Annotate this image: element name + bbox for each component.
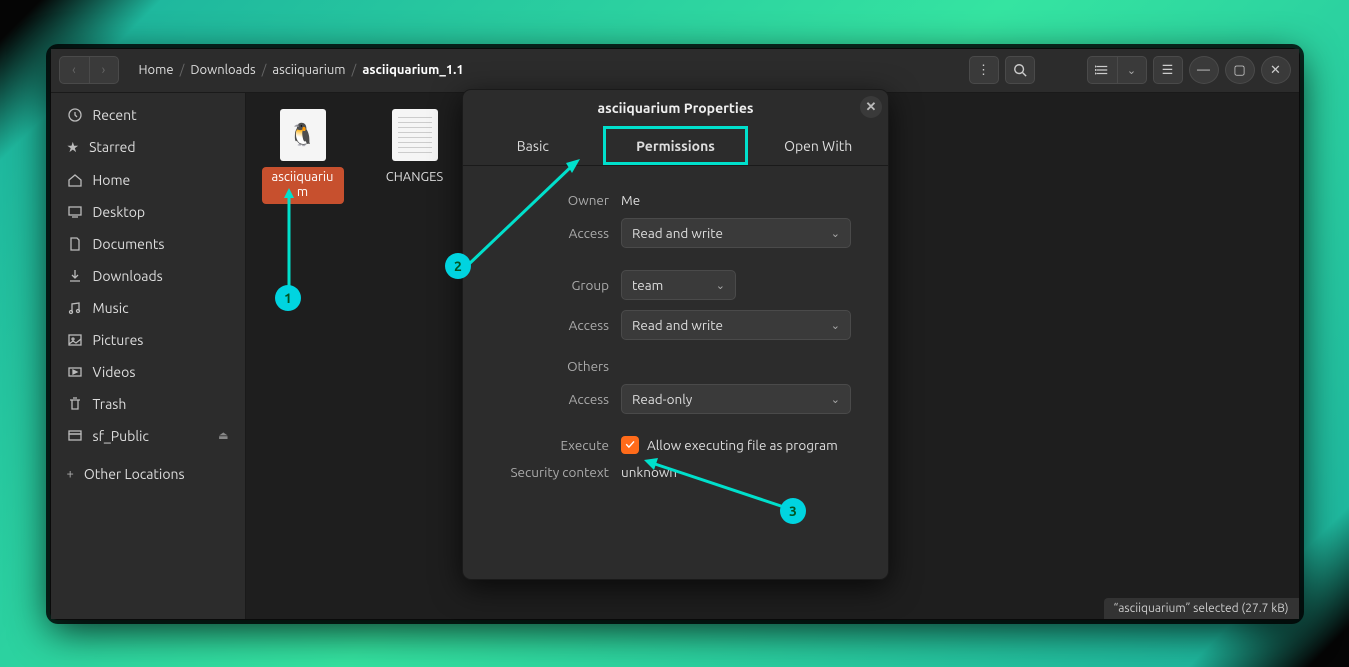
file-item[interactable]: CHANGES (374, 109, 456, 189)
dialog-title-bar: asciiquarium Properties ✕ (463, 90, 888, 126)
minimize-button[interactable]: — (1189, 56, 1219, 84)
sidebar-item-starred[interactable]: ★Starred (51, 131, 245, 164)
back-button[interactable]: ‹ (59, 56, 89, 84)
owner-label: Owner (481, 192, 621, 208)
tab-basic[interactable]: Basic (463, 126, 603, 165)
others-access-select[interactable]: Read-only⌄ (621, 384, 851, 414)
group-access-label: Access (481, 317, 621, 333)
dialog-tabs: Basic Permissions Open With (463, 126, 888, 166)
security-context-label: Security context (481, 464, 621, 480)
file-icon-script: 🐧 (280, 109, 326, 161)
execute-text: Allow executing file as program (647, 437, 838, 453)
security-context-value: unknown (621, 464, 870, 480)
file-icon-text (392, 109, 438, 161)
execute-checkbox[interactable]: ✓ (621, 436, 639, 454)
file-label: CHANGES (381, 167, 449, 189)
maximize-button[interactable]: ▢ (1225, 56, 1255, 84)
dialog-title: asciiquarium Properties (597, 100, 753, 116)
breadcrumb-current: asciiquarium_1.1 (362, 63, 463, 77)
breadcrumb-item[interactable]: asciiquarium (272, 63, 345, 77)
group-select[interactable]: team⌄ (621, 270, 736, 300)
view-list-button[interactable] (1087, 56, 1117, 84)
sidebar-item-downloads[interactable]: Downloads (51, 260, 245, 292)
execute-label: Execute (481, 437, 621, 453)
owner-access-select[interactable]: Read and write⌄ (621, 218, 851, 248)
sidebar-item-pictures[interactable]: Pictures (51, 324, 245, 356)
sidebar: Recent ★Starred Home Desktop Documents D… (51, 93, 246, 619)
owner-value: Me (621, 192, 870, 208)
hamburger-menu-button[interactable]: ☰ (1153, 56, 1183, 84)
tab-open-with[interactable]: Open With (748, 126, 888, 165)
properties-dialog: asciiquarium Properties ✕ Basic Permissi… (462, 89, 889, 580)
tab-permissions[interactable]: Permissions (603, 126, 749, 165)
callout-3: 3 (780, 498, 806, 524)
close-button[interactable]: ✕ (1261, 56, 1291, 84)
file-item-selected[interactable]: 🐧 asciiquarium (262, 109, 344, 204)
callout-1: 1 (275, 285, 301, 311)
sidebar-item-documents[interactable]: Documents (51, 228, 245, 260)
search-button[interactable] (1005, 56, 1035, 84)
others-access-label: Access (481, 391, 621, 407)
dialog-close-button[interactable]: ✕ (860, 96, 882, 118)
sidebar-item-sf-public[interactable]: sf_Public⏏ (51, 420, 245, 452)
sidebar-item-other-locations[interactable]: +Other Locations (51, 458, 245, 490)
location-options-button[interactable]: ⋮ (969, 56, 999, 84)
sidebar-item-trash[interactable]: Trash (51, 388, 245, 420)
sidebar-item-videos[interactable]: Videos (51, 356, 245, 388)
view-dropdown-button[interactable]: ⌄ (1117, 56, 1147, 84)
sidebar-item-desktop[interactable]: Desktop (51, 196, 245, 228)
status-bar: “asciiquarium” selected (27.7 kB) (1104, 598, 1299, 619)
toolbar: ‹ › Home / Downloads / asciiquarium / as… (51, 49, 1299, 93)
breadcrumb-home[interactable]: Home (135, 63, 174, 77)
callout-2: 2 (445, 253, 471, 279)
forward-button[interactable]: › (89, 56, 119, 84)
sidebar-item-music[interactable]: Music (51, 292, 245, 324)
group-access-select[interactable]: Read and write⌄ (621, 310, 851, 340)
group-label: Group (481, 277, 621, 293)
file-label: asciiquarium (262, 167, 344, 204)
breadcrumb[interactable]: Home / Downloads / asciiquarium / asciiq… (125, 63, 963, 77)
sidebar-item-home[interactable]: Home (51, 164, 245, 196)
others-label: Others (481, 358, 621, 374)
eject-icon[interactable]: ⏏ (218, 429, 228, 442)
owner-access-label: Access (481, 225, 621, 241)
breadcrumb-item[interactable]: Downloads (190, 63, 255, 77)
sidebar-item-recent[interactable]: Recent (51, 99, 245, 131)
